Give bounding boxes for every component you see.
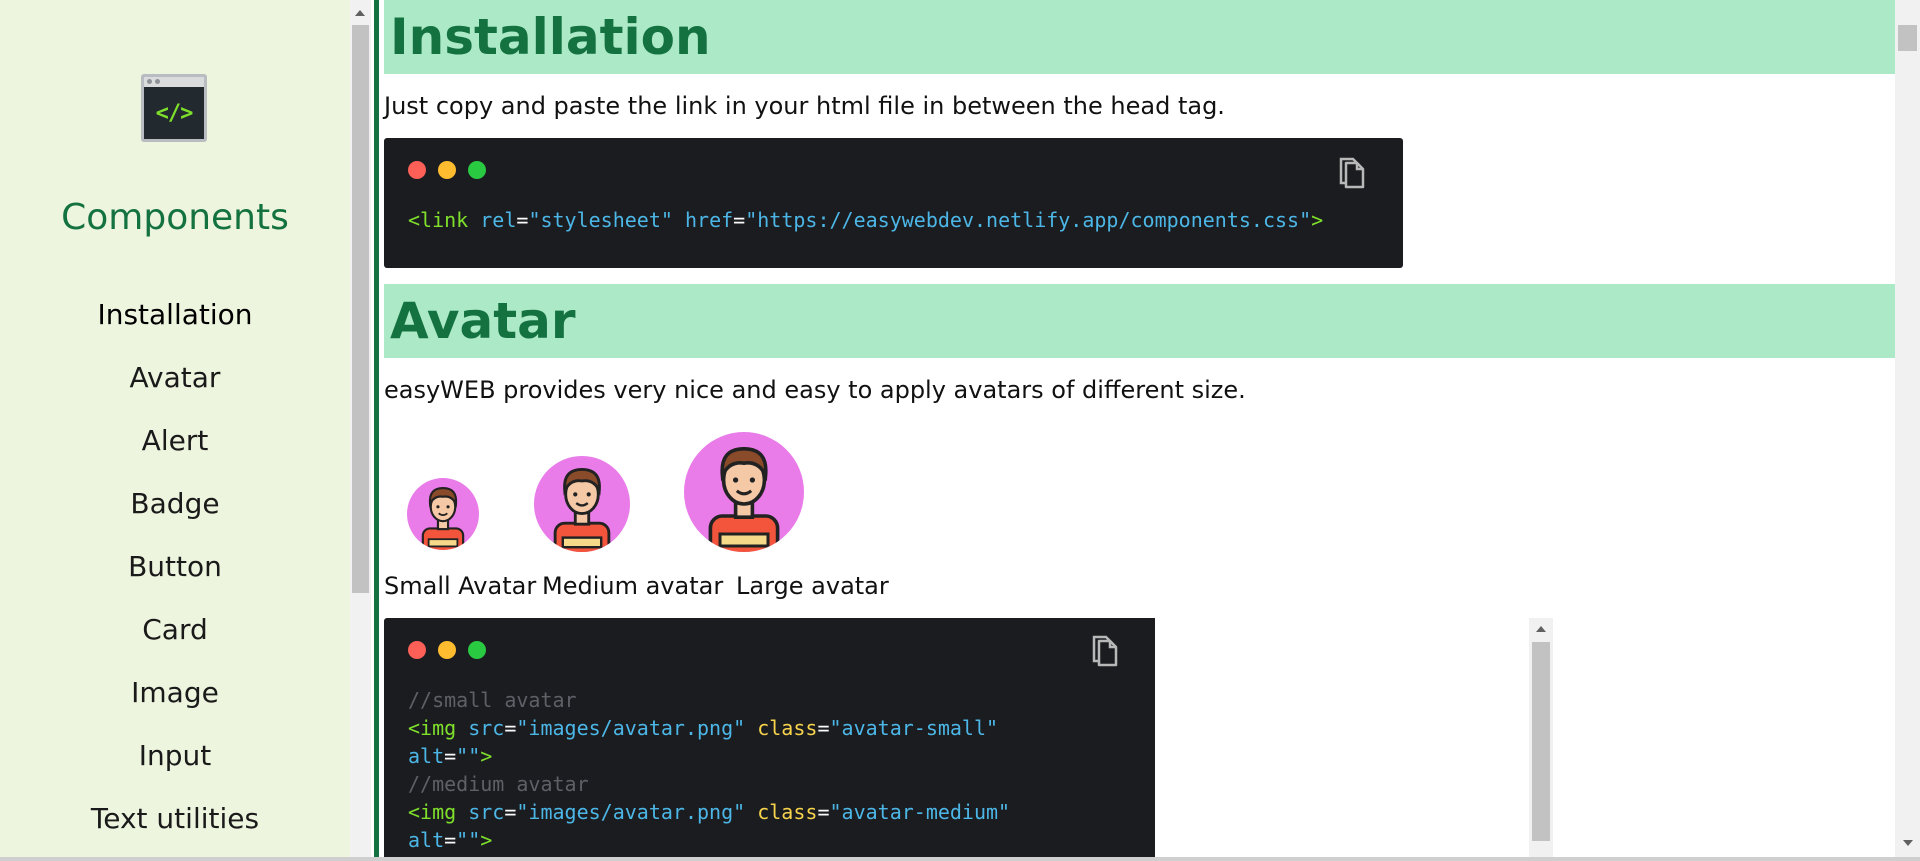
horizontal-scrollbar[interactable] bbox=[0, 857, 1920, 861]
sidebar-item-badge[interactable]: Badge bbox=[0, 483, 350, 546]
installation-code-block: <link rel="stylesheet" href="https://eas… bbox=[384, 138, 1403, 268]
minimize-dot-icon bbox=[438, 161, 456, 179]
avatar-icon bbox=[708, 446, 780, 552]
close-dot-icon bbox=[408, 641, 426, 659]
installation-code: <link rel="stylesheet" href="https://eas… bbox=[408, 208, 1324, 232]
avatar-description: easyWEB provides very nice and easy to a… bbox=[384, 376, 1246, 404]
page-scroll-thumb[interactable] bbox=[1898, 25, 1917, 51]
scroll-down-arrow-icon[interactable] bbox=[1903, 840, 1913, 846]
installation-heading: Installation bbox=[384, 0, 1895, 74]
logo-code-icon: </> bbox=[155, 100, 194, 126]
avatar-icon bbox=[421, 486, 465, 550]
sidebar-item-avatar[interactable]: Avatar bbox=[0, 357, 350, 420]
main-content: Installation Just copy and paste the lin… bbox=[379, 0, 1895, 861]
code-block-scrollbar[interactable] bbox=[1529, 618, 1553, 861]
avatar-icon bbox=[553, 467, 611, 552]
small-avatar-label: Small Avatar bbox=[384, 572, 537, 600]
window-dots bbox=[408, 161, 486, 179]
large-avatar-image bbox=[684, 432, 804, 552]
sidebar-item-installation[interactable]: Installation bbox=[0, 294, 350, 357]
maximize-dot-icon bbox=[468, 161, 486, 179]
installation-description: Just copy and paste the link in your htm… bbox=[384, 92, 1225, 120]
minimize-dot-icon bbox=[438, 641, 456, 659]
page-scrollbar[interactable] bbox=[1895, 0, 1920, 861]
close-dot-icon bbox=[408, 161, 426, 179]
sidebar-item-alert[interactable]: Alert bbox=[0, 420, 350, 483]
sidebar-scrollbar[interactable] bbox=[350, 0, 371, 861]
avatar-code-block: //small avatar <img src="images/avatar.p… bbox=[384, 618, 1155, 861]
sidebar-item-card[interactable]: Card bbox=[0, 609, 350, 672]
sidebar-item-text-utilities[interactable]: Text utilities bbox=[0, 798, 350, 861]
logo: </> bbox=[141, 74, 207, 142]
medium-avatar-label: Medium avatar bbox=[542, 572, 724, 600]
large-avatar-label: Large avatar bbox=[736, 572, 889, 600]
sidebar-brand: Components bbox=[61, 197, 289, 238]
code-block-scroll-thumb[interactable] bbox=[1532, 642, 1550, 841]
window-dots bbox=[408, 641, 486, 659]
sidebar: </> Components Installation Avatar Alert… bbox=[0, 0, 350, 861]
scroll-up-arrow-icon[interactable] bbox=[355, 10, 365, 16]
small-avatar-image bbox=[407, 478, 479, 550]
avatar-heading: Avatar bbox=[384, 284, 1895, 358]
scroll-up-arrow-icon[interactable] bbox=[1536, 626, 1546, 632]
copy-icon[interactable] bbox=[1090, 633, 1120, 669]
maximize-dot-icon bbox=[468, 641, 486, 659]
medium-avatar-image bbox=[534, 456, 630, 552]
avatar-code: //small avatar <img src="images/avatar.p… bbox=[408, 688, 1011, 852]
sidebar-item-image[interactable]: Image bbox=[0, 672, 350, 735]
copy-icon[interactable] bbox=[1337, 155, 1367, 191]
sidebar-item-button[interactable]: Button bbox=[0, 546, 350, 609]
sidebar-item-input[interactable]: Input bbox=[0, 735, 350, 798]
sidebar-scroll-thumb[interactable] bbox=[352, 25, 369, 593]
sidebar-nav: Installation Avatar Alert Badge Button C… bbox=[0, 294, 350, 861]
